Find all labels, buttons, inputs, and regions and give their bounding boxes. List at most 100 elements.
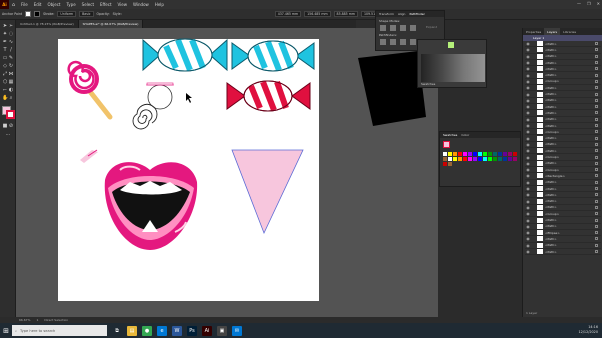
pink-fragment[interactable] xyxy=(80,149,98,163)
layer-select-target[interactable] xyxy=(595,174,598,178)
swatch-28[interactable] xyxy=(508,157,512,161)
eye-icon[interactable]: ◉ xyxy=(525,180,531,185)
swatch-5[interactable] xyxy=(468,152,472,156)
swatch-12[interactable] xyxy=(503,152,507,156)
eye-icon[interactable]: ◉ xyxy=(525,161,531,166)
layer-select-target[interactable] xyxy=(595,155,598,159)
layer-select-target[interactable] xyxy=(595,168,598,172)
layer-select-target[interactable] xyxy=(595,42,598,46)
tab-align[interactable]: Align xyxy=(398,12,406,16)
layer-select-target[interactable] xyxy=(595,79,598,83)
layer-select-target[interactable] xyxy=(595,243,598,247)
layer-select-target[interactable] xyxy=(595,218,598,222)
word-icon[interactable]: W xyxy=(172,325,182,336)
eye-icon[interactable]: ◉ xyxy=(525,123,531,128)
swatch-14[interactable] xyxy=(513,152,517,156)
photoshop-icon[interactable]: Ps xyxy=(187,325,197,336)
swatch-6[interactable] xyxy=(473,152,477,156)
layer-select-target[interactable] xyxy=(595,250,598,254)
eye-icon[interactable]: ◉ xyxy=(525,98,531,103)
artboard-number[interactable]: 1 xyxy=(36,318,38,322)
layer-select-target[interactable] xyxy=(595,199,598,203)
current-fill-swatch[interactable] xyxy=(443,141,450,148)
swatch-11[interactable] xyxy=(498,152,502,156)
eye-icon[interactable]: ◉ xyxy=(525,167,531,172)
files-icon[interactable]: ▣ xyxy=(217,325,227,336)
cyan-candy-left[interactable] xyxy=(142,38,228,72)
layer-select-target[interactable] xyxy=(595,136,598,140)
layer-select-target[interactable] xyxy=(595,124,598,128)
eye-icon[interactable]: ◉ xyxy=(525,186,531,191)
eye-icon[interactable]: ◉ xyxy=(525,54,531,59)
eye-icon[interactable]: ◉ xyxy=(525,192,531,197)
swatch-24[interactable] xyxy=(488,157,492,161)
swatch-8[interactable] xyxy=(483,152,487,156)
swatch-22[interactable] xyxy=(478,157,482,161)
chrome-icon[interactable]: ● xyxy=(142,325,152,336)
layer-select-target[interactable] xyxy=(595,212,598,216)
black-square[interactable] xyxy=(358,51,426,126)
layer-item[interactable]: ◉ <Path> xyxy=(525,249,601,256)
lollipop[interactable] xyxy=(67,60,113,120)
swatch-0[interactable] xyxy=(443,152,447,156)
layer-select-target[interactable] xyxy=(595,67,598,71)
swatch-31[interactable] xyxy=(448,162,452,166)
minus-front-icon[interactable] xyxy=(390,25,396,31)
merge-icon[interactable] xyxy=(400,39,406,45)
layer-select-target[interactable] xyxy=(595,205,598,209)
eye-icon[interactable]: ◉ xyxy=(525,224,531,229)
eye-icon[interactable]: ◉ xyxy=(525,230,531,235)
crop-icon[interactable] xyxy=(410,39,416,45)
eye-icon[interactable]: ◉ xyxy=(525,148,531,153)
eye-icon[interactable]: ◉ xyxy=(525,205,531,210)
layer-select-target[interactable] xyxy=(595,237,598,241)
eye-icon[interactable]: ◉ xyxy=(525,155,531,160)
task-view-icon[interactable]: ⧉ xyxy=(112,325,122,336)
tab-swatches[interactable]: Swatches xyxy=(443,133,457,137)
selected-swatch[interactable] xyxy=(448,42,454,48)
eye-icon[interactable]: ◉ xyxy=(525,60,531,65)
lips[interactable] xyxy=(104,162,198,250)
swatch-21[interactable] xyxy=(473,157,477,161)
swatch-27[interactable] xyxy=(503,157,507,161)
clock-date[interactable]: 12/12/2020 xyxy=(578,330,598,335)
layer-select-target[interactable] xyxy=(595,130,598,134)
layer-select-target[interactable] xyxy=(595,224,598,228)
explorer-icon[interactable]: ▤ xyxy=(127,325,137,336)
eye-icon[interactable]: ◉ xyxy=(525,110,531,115)
swatch-30[interactable] xyxy=(443,162,447,166)
eye-icon[interactable]: ◉ xyxy=(525,142,531,147)
eye-icon[interactable]: ◉ xyxy=(525,243,531,248)
swatch-1[interactable] xyxy=(448,152,452,156)
swatch-23[interactable] xyxy=(483,157,487,161)
layer-select-target[interactable] xyxy=(595,111,598,115)
swatch-15[interactable] xyxy=(443,157,447,161)
swatch-29[interactable] xyxy=(513,157,517,161)
eye-icon[interactable]: ◉ xyxy=(525,79,531,84)
exclude-icon[interactable] xyxy=(410,25,416,31)
layer-select-target[interactable] xyxy=(595,117,598,121)
eye-icon[interactable]: ◉ xyxy=(525,236,531,241)
layer-select-target[interactable] xyxy=(595,92,598,96)
spiral[interactable] xyxy=(132,103,158,130)
eye-icon[interactable]: ◉ xyxy=(525,47,531,52)
swatch-3[interactable] xyxy=(458,152,462,156)
layer-select-target[interactable] xyxy=(595,86,598,90)
pink-triangle[interactable] xyxy=(231,149,304,235)
swatch-17[interactable] xyxy=(453,157,457,161)
swatch-19[interactable] xyxy=(463,157,467,161)
tab-layers[interactable]: Layers xyxy=(544,28,561,35)
swatch-10[interactable] xyxy=(493,152,497,156)
eye-icon[interactable]: ◉ xyxy=(525,92,531,97)
eye-icon[interactable]: ◉ xyxy=(525,249,531,254)
red-candy[interactable] xyxy=(226,80,311,112)
tab-color[interactable]: Color xyxy=(461,133,469,137)
eye-icon[interactable]: ◉ xyxy=(525,66,531,71)
eye-icon[interactable]: ◉ xyxy=(525,136,531,141)
taskbar-search[interactable]: ⌕ Type here to search xyxy=(12,325,107,336)
layer-select-target[interactable] xyxy=(595,231,598,235)
eye-icon[interactable]: ◉ xyxy=(525,199,531,204)
eye-icon[interactable]: ◉ xyxy=(525,129,531,134)
swatch-16[interactable] xyxy=(448,157,452,161)
swatch-2[interactable] xyxy=(453,152,457,156)
